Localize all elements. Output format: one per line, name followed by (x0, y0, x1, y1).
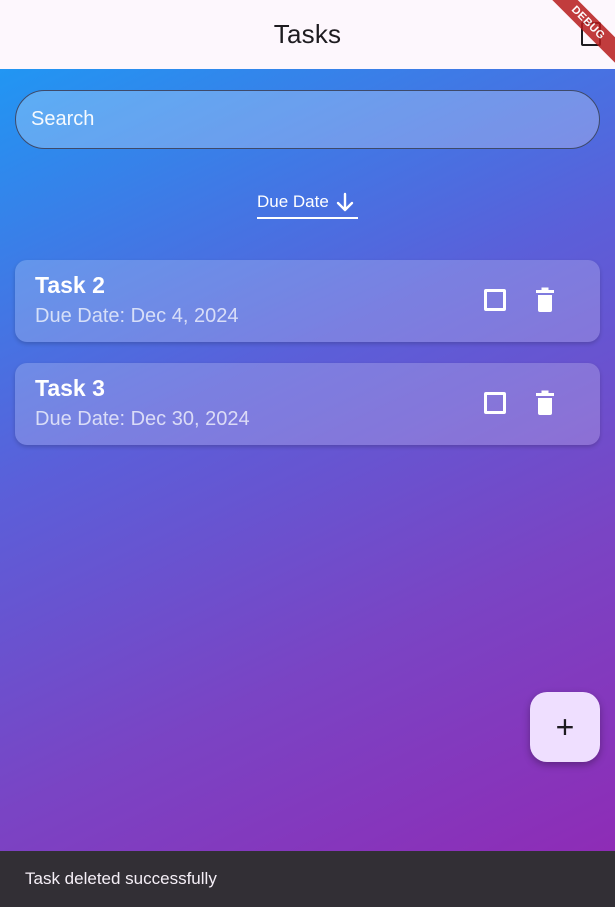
sort-label: Due Date (257, 191, 329, 211)
arrow-down-icon (336, 192, 354, 211)
task-title: Task 2 (35, 272, 105, 298)
snackbar: Task deleted successfully (0, 851, 615, 907)
sort-by-due-date-button[interactable]: Due Date (257, 186, 358, 219)
page-title: Tasks (273, 19, 342, 49)
task-complete-checkbox[interactable] (484, 392, 506, 414)
plus-icon: + (555, 708, 575, 745)
task-due-date: Due Date: Dec 30, 2024 (35, 408, 250, 430)
search-input[interactable] (31, 108, 599, 131)
trash-icon[interactable] (533, 390, 557, 416)
snackbar-message: Task deleted successfully (25, 869, 217, 888)
task-card[interactable]: Task 2 Due Date: Dec 4, 2024 (15, 260, 600, 342)
task-complete-checkbox[interactable] (484, 289, 506, 311)
app-bar: Tasks DEBUG (0, 0, 615, 69)
add-task-button[interactable]: + (530, 692, 600, 762)
search-field[interactable] (15, 90, 600, 149)
task-card[interactable]: Task 3 Due Date: Dec 30, 2024 (15, 363, 600, 445)
debug-banner: DEBUG (542, 0, 615, 69)
trash-icon[interactable] (533, 287, 557, 313)
task-due-date: Due Date: Dec 4, 2024 (35, 305, 239, 327)
task-title: Task 3 (35, 375, 105, 401)
main-content: Due Date Task 2 Due Date: Dec 4, 2024 Ta… (0, 69, 615, 851)
